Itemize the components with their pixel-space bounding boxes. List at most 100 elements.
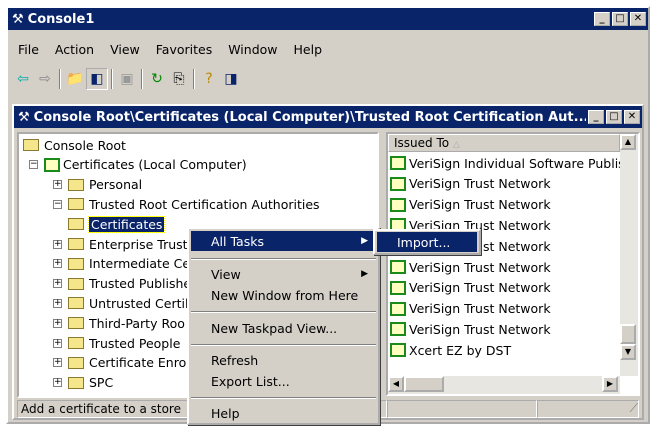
list-pane: Issued To △ VeriSign Individual Software… (386, 132, 640, 396)
certificates-snapin-icon (44, 157, 60, 172)
tree-item[interactable]: + Trusted Publishe (53, 275, 191, 293)
folder-icon (68, 218, 84, 231)
help-icon[interactable]: ? (198, 68, 220, 90)
close-button[interactable]: ✕ (630, 12, 646, 26)
list-item-label: VeriSign Trust Network (409, 259, 551, 275)
menu-item-new-taskpad[interactable]: New Taskpad View... (191, 318, 376, 338)
child-maximize-button[interactable]: □ (606, 110, 622, 124)
tree-item[interactable]: − Certificates (Local Computer) (29, 156, 247, 174)
tree-item-label: Enterprise Trust (89, 236, 188, 252)
tree-item-label: Console Root (44, 137, 126, 153)
collapse-icon[interactable]: − (53, 199, 62, 209)
folder-icon (68, 337, 84, 349)
tree-item[interactable]: + Intermediate Ce (53, 255, 190, 273)
list-item[interactable]: VeriSign Trust Network (390, 175, 551, 193)
maximize-button[interactable]: □ (612, 12, 628, 26)
tree-item-label: Certificates (Local Computer) (63, 157, 247, 173)
menu-item-new-window[interactable]: New Window from Here (191, 285, 376, 305)
folder-icon (68, 356, 84, 369)
list-item-label: VeriSign Individual Software Publis. (409, 155, 629, 171)
refresh-icon[interactable]: ↻ (146, 68, 168, 90)
scroll-up-button[interactable]: ▲ (620, 134, 636, 150)
tree-item[interactable]: + Enterprise Trust (53, 235, 188, 253)
list-item[interactable]: VeriSign Trust Network (390, 320, 551, 338)
menu-window[interactable]: Window (220, 42, 285, 57)
horizontal-scroll-thumb[interactable] (404, 376, 444, 392)
menu-item-refresh[interactable]: Refresh (191, 350, 376, 370)
menu-item-help[interactable]: Help (191, 403, 376, 423)
child-minimize-button[interactable]: _ (588, 110, 604, 124)
certificate-icon (390, 197, 406, 212)
tree-item-label: Certificates (87, 215, 166, 233)
submenu-arrow-icon: ▶ (361, 236, 368, 246)
collapse-icon[interactable]: − (29, 160, 38, 170)
menu-item-import[interactable]: Import... (377, 232, 477, 252)
menu-action[interactable]: Action (47, 42, 102, 57)
list-item-label: Xcert EZ by DST (409, 342, 512, 358)
menu-file[interactable]: File (10, 42, 47, 57)
list-item[interactable]: Xcert EZ by DST (390, 341, 511, 359)
list-item[interactable]: VeriSign Trust Network (390, 258, 551, 276)
horizontal-scrollbar[interactable]: ◀ ▶ (388, 376, 620, 394)
list-item-label: VeriSign Trust Network (409, 176, 551, 192)
status-panel (387, 400, 537, 418)
certificate-icon (390, 322, 406, 337)
tree-item[interactable]: Certificates (53, 215, 166, 233)
scroll-down-button[interactable]: ▼ (620, 344, 636, 360)
tree-item-label: Trusted Publishe (89, 276, 192, 292)
resize-grip-icon[interactable]: ⟋ (537, 400, 639, 418)
tree-item-label: Untrusted Certil (89, 295, 189, 311)
menu-favorites[interactable]: Favorites (148, 42, 220, 57)
scroll-left-button[interactable]: ◀ (388, 376, 404, 392)
list-item[interactable]: VeriSign Trust Network (390, 300, 551, 318)
tree-item-label: Personal (89, 177, 143, 193)
menu-item-all-tasks[interactable]: All Tasks ▶ (191, 231, 376, 251)
list-item[interactable]: VeriSign Trust Network (390, 279, 551, 297)
forward-icon[interactable]: ⇨ (34, 68, 56, 90)
expand-icon[interactable]: + (53, 298, 62, 308)
expand-icon[interactable]: + (53, 358, 62, 368)
tree-item[interactable]: − Trusted Root Certification Authorities (53, 195, 320, 213)
list-item[interactable]: VeriSign Individual Software Publis. (390, 154, 629, 172)
paste-icon[interactable]: ▣ (116, 68, 138, 90)
menu-bar: File Action View Favorites Window Help (10, 42, 330, 57)
expand-icon[interactable]: + (53, 259, 62, 269)
show-hide-tree-icon[interactable]: ◧ (86, 68, 108, 90)
tree-item[interactable]: + Untrusted Certil (53, 294, 188, 312)
up-folder-icon[interactable]: 📁 (64, 68, 86, 90)
tree-item[interactable]: + Personal (53, 176, 142, 194)
export-list-icon[interactable]: ⎘ (168, 68, 190, 90)
expand-icon[interactable]: + (53, 318, 62, 328)
list-item-label: VeriSign Trust Network (409, 301, 551, 317)
show-hide-action-pane-icon[interactable]: ◨ (220, 68, 242, 90)
menu-help[interactable]: Help (286, 42, 331, 57)
expand-icon[interactable]: + (53, 378, 62, 388)
tree-item-label: Certificate Enro (89, 355, 187, 371)
column-header-issued-to[interactable]: Issued To △ (388, 134, 620, 152)
expand-icon[interactable]: + (53, 338, 62, 348)
tree-item[interactable]: Console Root (23, 136, 126, 154)
folder-icon (68, 198, 84, 211)
expand-icon[interactable]: + (53, 279, 62, 289)
expand-icon[interactable]: + (53, 239, 62, 249)
list-item[interactable]: VeriSign Trust Network (390, 196, 551, 214)
scroll-right-button[interactable]: ▶ (602, 376, 618, 392)
tree-item[interactable]: + Trusted People (53, 334, 180, 352)
column-header-label: Issued To (394, 136, 450, 150)
minimize-button[interactable]: _ (594, 12, 610, 26)
tree-item[interactable]: + SPC (53, 374, 113, 392)
context-menu: All Tasks ▶ View ▶ New Window from Here Ne… (187, 227, 380, 425)
back-icon[interactable]: ⇦ (12, 68, 34, 90)
menu-view[interactable]: View (102, 42, 148, 57)
title-bar: ⚒ Console1 _ □ ✕ (8, 8, 648, 30)
child-close-button[interactable]: ✕ (624, 110, 640, 124)
expand-icon[interactable]: + (53, 180, 62, 190)
menu-item-view[interactable]: View ▶ (191, 264, 376, 284)
menu-item-export-list[interactable]: Export List... (191, 371, 376, 391)
window-title: Console1 (27, 11, 95, 27)
tree-item[interactable]: + Certificate Enro (53, 354, 186, 372)
certificate-icon (390, 280, 406, 295)
vertical-scroll-thumb[interactable] (620, 324, 636, 344)
vertical-scrollbar[interactable]: ▲ ▼ (620, 134, 638, 376)
tree-item[interactable]: + Third-Party Roo (53, 314, 185, 332)
